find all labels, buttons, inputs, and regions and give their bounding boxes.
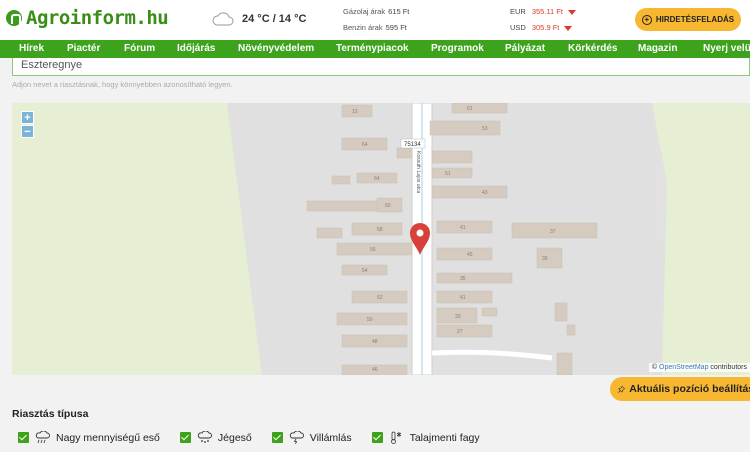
house-number: 58 bbox=[377, 227, 383, 233]
street-name-label: Kossuth Lajos utca bbox=[415, 151, 421, 193]
alert-type-hail[interactable]: Jégeső bbox=[179, 431, 252, 444]
house-number: 41 bbox=[460, 225, 466, 231]
nav-item-nyerj-velunk[interactable]: Nyerj velünk bbox=[703, 43, 750, 54]
fuel-value: 595 Ft bbox=[385, 23, 407, 32]
frost-icon bbox=[390, 431, 401, 444]
pin-icon bbox=[618, 385, 626, 393]
farmland-area bbox=[12, 103, 262, 375]
zoom-out-button[interactable]: − bbox=[21, 125, 34, 138]
alert-name-hint: Adjon nevet a riasztásnak, hogy könnyebb… bbox=[12, 80, 233, 89]
alert-type-options: Nagy mennyiségű eső Jégeső Villámlás Tal… bbox=[18, 431, 480, 444]
house-number: 48 bbox=[372, 339, 378, 345]
nav-item-magazin[interactable]: Magazin bbox=[638, 43, 677, 54]
house-number: 56 bbox=[370, 247, 376, 253]
farmland-area bbox=[652, 103, 750, 375]
main-nav: Hírek Piactér Fórum Időjárás Növényvédel… bbox=[0, 40, 750, 58]
house-number: 37 bbox=[550, 229, 556, 235]
location-map[interactable]: 12 64 64 60 58 56 54 52 50 48 46 61 53 5… bbox=[12, 103, 750, 375]
house-number: 64 bbox=[374, 176, 380, 182]
house-number: 45 bbox=[467, 252, 473, 258]
nav-item-piacter[interactable]: Piactér bbox=[67, 43, 100, 54]
nav-item-idojaras[interactable]: Időjárás bbox=[177, 43, 215, 54]
attribution-suffix: contributors bbox=[710, 364, 747, 371]
set-current-position-label: Aktuális pozíció beállítása bbox=[629, 383, 750, 395]
currency-value: 305.9 Ft bbox=[531, 23, 560, 32]
zoom-in-button[interactable]: + bbox=[21, 111, 34, 124]
house-number: 33 bbox=[455, 314, 461, 320]
hail-icon bbox=[197, 431, 212, 443]
alert-type-label: Talajmenti fagy bbox=[409, 431, 480, 444]
house-number: 53 bbox=[482, 126, 488, 132]
house-number: 39 bbox=[542, 256, 548, 262]
fuel-price-diesel[interactable]: Gázolaj árak 615 Ft bbox=[343, 4, 409, 20]
alert-type-label: Jégeső bbox=[217, 431, 252, 444]
nav-item-korkerdes[interactable]: Körkérdés bbox=[568, 43, 617, 54]
nav-item-programok[interactable]: Programok bbox=[431, 43, 484, 54]
alert-type-label: Nagy mennyiségű eső bbox=[56, 431, 160, 444]
map-attribution: © OpenStreetMap contributors bbox=[648, 363, 750, 372]
house-number: 43 bbox=[482, 190, 488, 196]
fuel-label: Benzin árak bbox=[343, 23, 383, 32]
alert-name-value: Eszteregnye bbox=[21, 59, 83, 71]
house-number: 27 bbox=[457, 329, 463, 335]
house-number: 35 bbox=[460, 276, 466, 282]
house-number: 12 bbox=[352, 109, 358, 115]
down-arrow-icon bbox=[564, 25, 573, 31]
alert-type-title: Riasztás típusa bbox=[12, 408, 89, 420]
nav-item-palyazat[interactable]: Pályázat bbox=[505, 43, 545, 54]
logo-icon bbox=[6, 10, 22, 26]
checkbox-checked[interactable] bbox=[179, 432, 191, 443]
nav-item-novenyvedelem[interactable]: Növényvédelem bbox=[238, 43, 314, 54]
site-logo[interactable]: Agroinform.hu bbox=[6, 7, 169, 29]
nav-item-hirek[interactable]: Hírek bbox=[19, 43, 44, 54]
exchange-rate-eur[interactable]: EUR 355.11 Ft bbox=[510, 4, 576, 20]
house-number: 64 bbox=[362, 142, 368, 148]
weather-temperature: 24 °C / 14 °C bbox=[242, 13, 307, 25]
alert-type-lightning[interactable]: Villámlás bbox=[271, 431, 352, 444]
map-canvas[interactable]: 12 64 64 60 58 56 54 52 50 48 46 61 53 5… bbox=[12, 103, 750, 375]
road-number-label: 75134 bbox=[404, 142, 421, 148]
logo-text: Agroinform.hu bbox=[26, 7, 169, 29]
fuel-price-petrol[interactable]: Benzin árak 595 Ft bbox=[343, 20, 409, 36]
house-number: 46 bbox=[372, 367, 378, 373]
alert-type-label: Villámlás bbox=[309, 431, 352, 444]
checkbox-checked[interactable] bbox=[371, 432, 383, 443]
currency-label: USD bbox=[510, 23, 526, 32]
fuel-label: Gázolaj árak bbox=[343, 7, 386, 16]
attribution-prefix: © bbox=[651, 364, 658, 371]
lightning-icon bbox=[289, 431, 304, 444]
weather-widget[interactable]: 24 °C / 14 °C bbox=[212, 12, 306, 26]
heavy-rain-icon bbox=[35, 431, 50, 444]
set-current-position-button[interactable]: Aktuális pozíció beállítása bbox=[610, 377, 750, 401]
house-number: 60 bbox=[385, 203, 391, 209]
currency-label: EUR bbox=[510, 7, 526, 16]
currency-value: 355.11 Ft bbox=[531, 7, 563, 16]
fuel-prices[interactable]: Gázolaj árak 615 Ft Benzin árak 595 Ft bbox=[343, 4, 409, 36]
post-ad-label: HIRDETÉSFELADÁS bbox=[655, 15, 735, 24]
down-arrow-icon bbox=[567, 9, 576, 15]
nav-item-termenypiacok[interactable]: Terménypiacok bbox=[336, 43, 409, 54]
exchange-rate-usd[interactable]: USD 305.9 Ft bbox=[510, 20, 576, 36]
house-number: 54 bbox=[362, 268, 368, 274]
house-number: 51 bbox=[445, 171, 451, 177]
plus-circle-icon: + bbox=[641, 14, 652, 25]
alert-name-field[interactable]: Eszteregnye bbox=[12, 58, 750, 76]
site-header: Agroinform.hu 24 °C / 14 °C Gázolaj árak… bbox=[0, 0, 750, 40]
house-number: 50 bbox=[367, 317, 373, 323]
house-number: 41 bbox=[460, 295, 466, 301]
attribution-link[interactable]: OpenStreetMap bbox=[659, 364, 708, 371]
house-number: 52 bbox=[377, 295, 383, 301]
nav-item-forum[interactable]: Fórum bbox=[124, 43, 155, 54]
house-number: 61 bbox=[467, 106, 473, 112]
checkbox-checked[interactable] bbox=[18, 432, 29, 443]
fuel-value: 615 Ft bbox=[388, 7, 410, 16]
post-ad-button[interactable]: + HIRDETÉSFELADÁS bbox=[635, 8, 741, 31]
alert-type-heavy-rain[interactable]: Nagy mennyiségű eső bbox=[18, 431, 160, 444]
cloud-icon bbox=[212, 12, 234, 26]
exchange-rates[interactable]: EUR 355.11 Ft USD 305.9 Ft bbox=[510, 4, 576, 36]
alert-type-ground-frost[interactable]: Talajmenti fagy bbox=[371, 431, 480, 444]
checkbox-checked[interactable] bbox=[271, 432, 283, 443]
